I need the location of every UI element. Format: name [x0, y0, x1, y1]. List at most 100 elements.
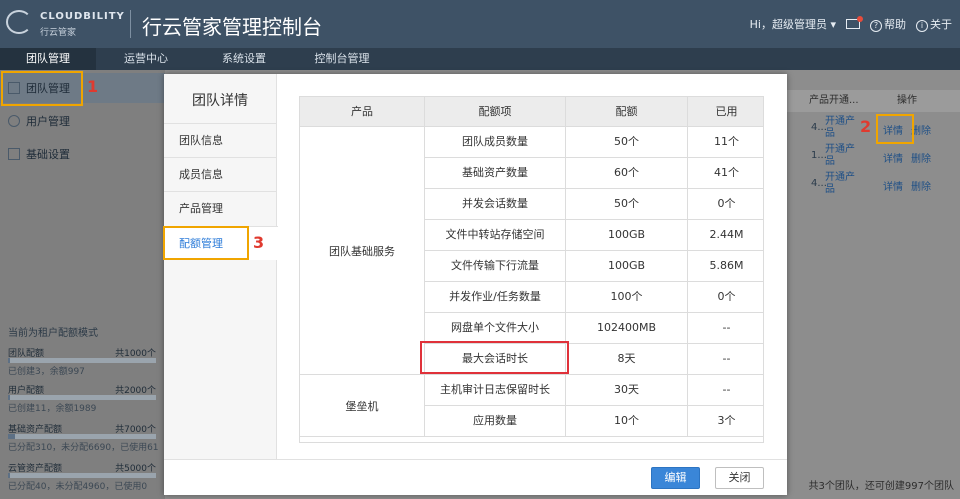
highlight-box-team-menu	[1, 71, 83, 106]
table-row: 4... 开通产品 详情 删除	[787, 170, 960, 198]
user-area: Hi，超级管理员 ▾ ? 帮助 i 关于	[750, 16, 952, 32]
sidebar: 团队管理 用户管理 基础设置 当前为租户配额模式 团队配额 共1000个 已创建…	[0, 70, 165, 499]
table-row: 1... 开通产品 详情 删除	[787, 142, 960, 170]
table-cell-used: --	[688, 344, 763, 375]
open-product-link[interactable]: 开通产品	[825, 116, 863, 140]
table-cell-quota: 102400MB	[566, 313, 688, 344]
table-cell-item: 应用数量	[425, 406, 566, 437]
help-label: 帮助	[884, 18, 906, 31]
quota-bar-fill	[8, 473, 10, 478]
user-greeting: Hi，超级管理员	[749, 18, 827, 31]
quota-bar-fill	[8, 395, 10, 400]
tab-team-info[interactable]: 团队信息	[164, 123, 277, 157]
detail-link[interactable]: 详情	[883, 178, 903, 193]
annotation-number-3: 3	[253, 233, 265, 252]
quota-detail: 已分配40，未分配4960，已使用0	[8, 482, 148, 492]
edit-button[interactable]: 编辑	[651, 467, 700, 489]
table-cell-item: 主机审计日志保留时长	[425, 375, 566, 406]
table-cell-quota: 30天	[566, 375, 688, 406]
table-cell-used: 0个	[688, 189, 763, 220]
table-cell-used: --	[688, 375, 763, 406]
app-title: 行云管家管理控制台	[142, 15, 322, 39]
mail-icon[interactable]	[846, 16, 863, 29]
group-bastion-host: 堡垒机	[300, 375, 425, 437]
delete-link[interactable]: 删除	[911, 178, 931, 193]
modal-title: 团队详情	[192, 93, 248, 109]
bg-table-header: 产品开通... 操作	[787, 90, 960, 112]
delete-link[interactable]: 删除	[911, 122, 931, 137]
nav-operations[interactable]: 运营中心	[96, 48, 196, 70]
tab-member-info[interactable]: 成员信息	[164, 157, 277, 191]
sidebar-item-basic-settings[interactable]: 基础设置	[0, 139, 165, 169]
sidebar-item-label: 用户管理	[26, 115, 70, 128]
quota-bar	[8, 358, 156, 363]
about-label: 关于	[930, 18, 952, 31]
logo-brand: CLOUDBILITY	[40, 11, 125, 22]
about-link[interactable]: i 关于	[916, 16, 952, 32]
annotation-number-2: 2	[860, 117, 872, 136]
table-cell-used: 0个	[688, 282, 763, 313]
quota-team: 团队配额 共1000个 已创建3，余额997	[8, 346, 156, 382]
quota-bar	[8, 473, 156, 478]
modal-footer: 编辑 关闭	[164, 459, 787, 495]
col-header-quota: 配额	[566, 97, 688, 127]
team-detail-modal: 团队详情 团队信息 成员信息 产品管理 配额管理 产品 配额项 配额 已用 团队…	[164, 74, 787, 495]
col-header-product: 产品	[300, 97, 425, 127]
logo-brand-cn: 行云管家	[40, 28, 77, 38]
table-cell-used: 41个	[688, 158, 763, 189]
tab-product-management[interactable]: 产品管理	[164, 191, 277, 225]
header-divider	[130, 10, 131, 38]
close-button[interactable]: 关闭	[715, 467, 764, 489]
chevron-down-icon: ▾	[830, 18, 836, 31]
nav-system-settings[interactable]: 系统设置	[196, 48, 292, 70]
detail-link[interactable]: 详情	[883, 150, 903, 165]
main-nav: 团队管理 运营中心 系统设置 控制台管理	[0, 48, 960, 70]
cloud-logo-icon	[6, 10, 32, 34]
open-product-link[interactable]: 开通产品	[825, 172, 863, 196]
col-header-used: 已用	[688, 97, 763, 127]
quota-detail: 已分配310，未分配6690，已使用61	[8, 443, 159, 453]
table-cell-quota: 50个	[566, 127, 688, 158]
quota-bar	[8, 434, 156, 439]
delete-link[interactable]: 删除	[911, 150, 931, 165]
bg-col-action: 操作	[897, 95, 917, 106]
quota-basic-asset: 基础资产配额 共7000个 已分配310，未分配6690，已使用61	[8, 422, 159, 458]
open-product-link[interactable]: 开通产品	[825, 144, 863, 168]
modal-sidebar: 团队详情 团队信息 成员信息 产品管理 配额管理	[164, 74, 278, 459]
table-cell-used: --	[688, 313, 763, 344]
table-cell-quota: 10个	[566, 406, 688, 437]
top-header: CLOUDBILITY 行云管家 行云管家管理控制台 Hi，超级管理员 ▾ ? 帮…	[0, 0, 960, 48]
nav-console-management[interactable]: 控制台管理	[292, 48, 392, 70]
table-cell-item: 团队成员数量	[425, 127, 566, 158]
table-row: 4... 开通产品 详情 删除	[787, 114, 960, 142]
nav-team[interactable]: 团队管理	[0, 48, 96, 70]
bg-col-product: 产品开通...	[809, 95, 859, 106]
quota-table: 产品 配额项 配额 已用 团队基础服务 团队成员数量 50个 11个 基础资产数…	[299, 96, 764, 443]
user-menu[interactable]: Hi，超级管理员 ▾	[750, 16, 836, 32]
logo[interactable]: CLOUDBILITY 行云管家	[6, 8, 126, 40]
annotation-number-1: 1	[87, 77, 99, 96]
table-cell-quota: 8天	[566, 344, 688, 375]
table-cell-item: 网盘单个文件大小	[425, 313, 566, 344]
table-cell-item: 文件中转站存储空间	[425, 220, 566, 251]
quota-bar	[8, 395, 156, 400]
quota-user: 用户配额 共2000个 已创建11，余额1989	[8, 383, 156, 419]
sidebar-item-label: 基础设置	[26, 148, 70, 161]
table-cell-used: 2.44M	[688, 220, 763, 251]
group-team-basic-service: 团队基础服务	[300, 127, 425, 375]
help-link[interactable]: ? 帮助	[870, 16, 906, 32]
highlight-box-detail	[876, 114, 914, 144]
table-cell-used: 3个	[688, 406, 763, 437]
quota-bar-fill	[8, 434, 15, 439]
quota-detail: 已创建3，余额997	[8, 367, 85, 377]
quota-bar-fill	[8, 358, 10, 363]
table-cell-quota: 100GB	[566, 220, 688, 251]
team-count-footer: 共3个团队，还可创建997个团队	[808, 481, 954, 492]
quota-mode-title: 当前为租户配额模式	[8, 328, 98, 339]
table-cell-used: 5.86M	[688, 251, 763, 282]
quota-detail: 已创建11，余额1989	[8, 404, 97, 414]
table-cell-quota: 100GB	[566, 251, 688, 282]
table-cell-item: 并发会话数量	[425, 189, 566, 220]
sidebar-item-users[interactable]: 用户管理	[0, 106, 165, 136]
question-icon: ?	[870, 20, 882, 32]
